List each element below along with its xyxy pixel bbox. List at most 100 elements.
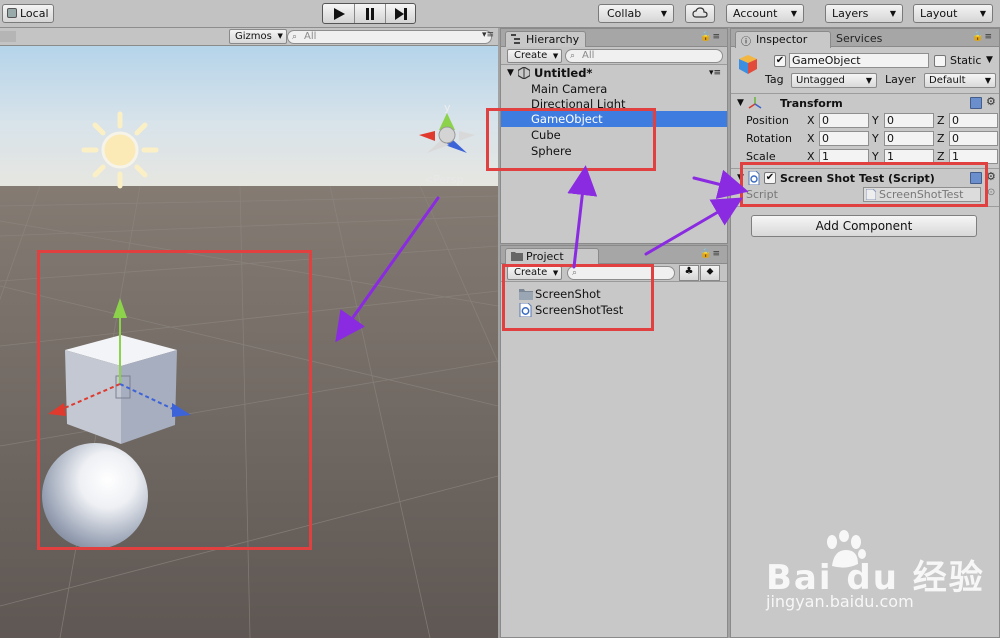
- chevron-down-icon: ▼: [865, 76, 872, 85]
- gizmos-label: Gizmos: [235, 31, 272, 42]
- filter-by-type-button[interactable]: ♣: [679, 265, 699, 281]
- persp-label[interactable]: <Persp: [424, 173, 463, 186]
- axis-z-label: Z: [937, 132, 945, 145]
- folder-icon: [511, 252, 523, 261]
- panel-menu-icon[interactable]: ▾≡: [482, 30, 494, 40]
- step-icon: [395, 8, 407, 20]
- tab-services[interactable]: Services: [836, 32, 882, 45]
- position-y-field[interactable]: 0: [884, 113, 934, 128]
- cloud-icon: [692, 7, 708, 18]
- chevron-down-icon: ▼: [790, 9, 797, 18]
- layout-dropdown[interactable]: Layout ▼: [913, 4, 993, 23]
- layer-dropdown[interactable]: Default ▼: [924, 73, 996, 88]
- collab-button[interactable]: Collab ▼: [598, 4, 674, 23]
- tab-hierarchy[interactable]: Hierarchy: [505, 31, 587, 48]
- hierarchy-search-placeholder: All: [582, 50, 595, 61]
- search-icon: ⌕: [570, 51, 576, 61]
- transform-icon: [748, 97, 762, 109]
- step-button[interactable]: [385, 4, 416, 23]
- scene-menu-icon[interactable]: ▾≡: [709, 65, 721, 81]
- chevron-down-icon: ▼: [984, 76, 991, 85]
- pause-icon: [366, 8, 374, 20]
- rotation-label: Rotation: [746, 132, 793, 145]
- panel-menu-icon[interactable]: 🔒≡: [700, 249, 721, 259]
- axis-x-label: X: [807, 114, 815, 127]
- axis-x-label: X: [807, 132, 815, 145]
- chevron-down-icon: ▼: [889, 9, 896, 18]
- gameobject-cube-icon: [739, 55, 757, 74]
- object-name-field[interactable]: GameObject: [789, 53, 929, 68]
- local-label: Local: [20, 7, 49, 20]
- directional-light-icon[interactable]: [81, 111, 159, 189]
- expand-arrow-icon[interactable]: ▼: [737, 98, 744, 108]
- chevron-down-icon: ▼: [277, 32, 283, 40]
- add-component-label: Add Component: [815, 219, 913, 233]
- panel-menu-icon[interactable]: 🔒≡: [700, 32, 721, 42]
- rotation-x-field[interactable]: 0: [819, 131, 869, 146]
- hierarchy-subbar: Create ▼ ⌕ All: [501, 47, 727, 65]
- tab-inspector[interactable]: ⓘ Inspector: [735, 31, 831, 48]
- project-tab-label: Project: [526, 250, 564, 263]
- main-toolbar: Local Collab ▼ Account ▼ Layers ▼ Layout ▼: [0, 0, 1000, 28]
- gizmos-dropdown[interactable]: Gizmos ▼: [229, 29, 287, 44]
- hierarchy-tabstrip: Hierarchy 🔒≡: [501, 29, 727, 48]
- chevron-down-icon: ▼: [979, 9, 986, 18]
- skybox: [0, 46, 498, 186]
- filter-by-label-button[interactable]: ⬥: [700, 265, 720, 281]
- static-checkbox[interactable]: [934, 55, 946, 67]
- play-button[interactable]: [323, 4, 354, 23]
- layers-dropdown[interactable]: Layers ▼: [825, 4, 903, 23]
- scene-toolbar: Gizmos ▼ ⌕ All ▾≡: [0, 28, 498, 46]
- tab-project[interactable]: Project: [505, 248, 599, 265]
- annotation-box-project-items: [502, 264, 654, 331]
- scene-search-placeholder: All: [304, 31, 317, 42]
- watermark-url: jingyan.baidu.com: [766, 592, 914, 611]
- chevron-down-icon: ▼: [660, 9, 667, 18]
- position-x-field[interactable]: 0: [819, 113, 869, 128]
- annotation-box-scene-objects: [37, 250, 312, 550]
- rotation-z-field[interactable]: 0: [949, 131, 998, 146]
- inspector-tab-label: Inspector: [756, 33, 808, 46]
- static-label: Static: [950, 54, 982, 67]
- cloud-button[interactable]: [685, 4, 715, 23]
- layers-label: Layers: [832, 7, 869, 20]
- account-dropdown[interactable]: Account ▼: [726, 4, 804, 23]
- collab-label: Collab: [607, 7, 642, 20]
- search-icon: ⌕: [292, 32, 298, 42]
- hierarchy-create-button[interactable]: Create ▼: [507, 49, 563, 63]
- hierarchy-icon: [511, 34, 520, 44]
- add-component-button[interactable]: Add Component: [751, 215, 977, 237]
- tag-icon: ⬥: [706, 266, 714, 277]
- scene-tab-stub: [0, 31, 16, 42]
- scene-root-row[interactable]: ▼ Untitled* ▾≡: [501, 65, 727, 81]
- axis-y-label: y: [444, 101, 451, 114]
- object-picker-icon[interactable]: ⊙: [987, 187, 995, 198]
- layer-value: Default: [929, 75, 966, 86]
- play-icon: [333, 8, 345, 20]
- chevron-down-icon[interactable]: ▼: [986, 55, 993, 65]
- create-label: Create: [514, 50, 548, 61]
- rotation-y-field[interactable]: 0: [884, 131, 934, 146]
- expand-arrow-icon[interactable]: ▼: [507, 65, 514, 81]
- divider: [731, 93, 999, 94]
- scene-search-input[interactable]: ⌕ All: [287, 30, 492, 44]
- position-z-field[interactable]: 0: [949, 113, 998, 128]
- help-book-icon[interactable]: [970, 97, 982, 109]
- gear-icon[interactable]: ⚙: [986, 95, 996, 108]
- scene-name: Untitled*: [534, 66, 593, 80]
- axis-y-label: Y: [872, 132, 879, 145]
- active-checkbox[interactable]: ✔: [774, 55, 786, 67]
- hierarchy-item[interactable]: Main Camera: [501, 81, 727, 97]
- pivot-local-button[interactable]: Local: [2, 4, 54, 23]
- panel-menu-icon[interactable]: 🔒≡: [972, 32, 993, 42]
- project-tabstrip: Project 🔒≡: [501, 246, 727, 265]
- transform-title: Transform: [780, 97, 843, 110]
- position-label: Position: [746, 114, 789, 127]
- pause-button[interactable]: [354, 4, 385, 23]
- shapes-icon: ♣: [684, 266, 694, 277]
- axis-z-label: Z: [937, 114, 945, 127]
- layout-label: Layout: [920, 7, 958, 20]
- tag-dropdown[interactable]: Untagged ▼: [791, 73, 877, 88]
- hierarchy-search-input[interactable]: ⌕ All: [565, 49, 723, 63]
- chevron-down-icon: ▼: [552, 52, 559, 60]
